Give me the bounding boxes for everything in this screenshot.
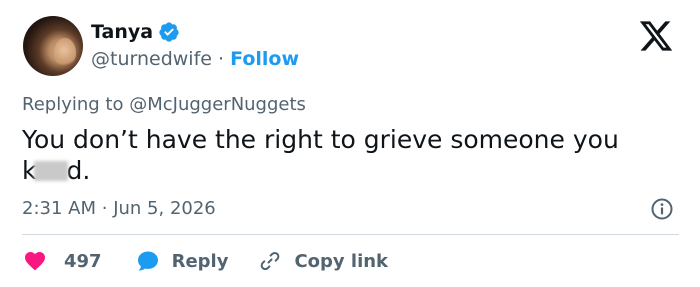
author-name-row: Tanya — [91, 19, 180, 45]
tweet-date: Jun 5, 2026 — [113, 198, 216, 219]
reply-mention-link[interactable]: @McJuggerNuggets — [129, 94, 306, 115]
info-icon[interactable] — [650, 197, 674, 221]
tweet-time: 2:31 AM — [22, 198, 96, 219]
divider — [22, 234, 679, 235]
censor-blur — [34, 161, 69, 181]
tweet-text: You don’t have the right to grieve someo… — [22, 124, 662, 186]
author-handle-row: @turnedwife · Follow — [91, 48, 299, 70]
copy-link-label: Copy link — [294, 250, 389, 272]
tweet-line-2-end: d. — [66, 156, 91, 185]
x-logo-icon[interactable] — [636, 18, 676, 54]
avatar[interactable] — [23, 16, 83, 76]
replying-to: Replying to @McJuggerNuggets — [22, 94, 306, 115]
replying-to-label: Replying to — [22, 94, 124, 115]
speech-bubble-icon — [137, 251, 158, 271]
timestamp-separator: · — [101, 198, 108, 219]
reply-label: Reply — [171, 250, 229, 272]
reply-button[interactable]: Reply — [136, 249, 229, 273]
author-name[interactable]: Tanya — [91, 21, 153, 43]
handle-separator: · — [218, 48, 225, 70]
heart-icon — [25, 252, 45, 271]
follow-button[interactable]: Follow — [230, 48, 299, 70]
action-bar: 497 Reply Copy link — [22, 246, 388, 276]
author-handle[interactable]: @turnedwife — [91, 48, 212, 70]
copy-link-button[interactable]: Copy link — [258, 249, 388, 273]
like-count: 497 — [64, 250, 102, 272]
tweet-line-1: You don’t have the right to grieve someo… — [22, 125, 619, 154]
tweet-timestamp[interactable]: 2:31 AM · Jun 5, 2026 — [22, 198, 216, 219]
link-icon — [261, 251, 280, 271]
verified-badge-icon — [159, 22, 179, 42]
like-button[interactable]: 497 — [22, 249, 102, 273]
